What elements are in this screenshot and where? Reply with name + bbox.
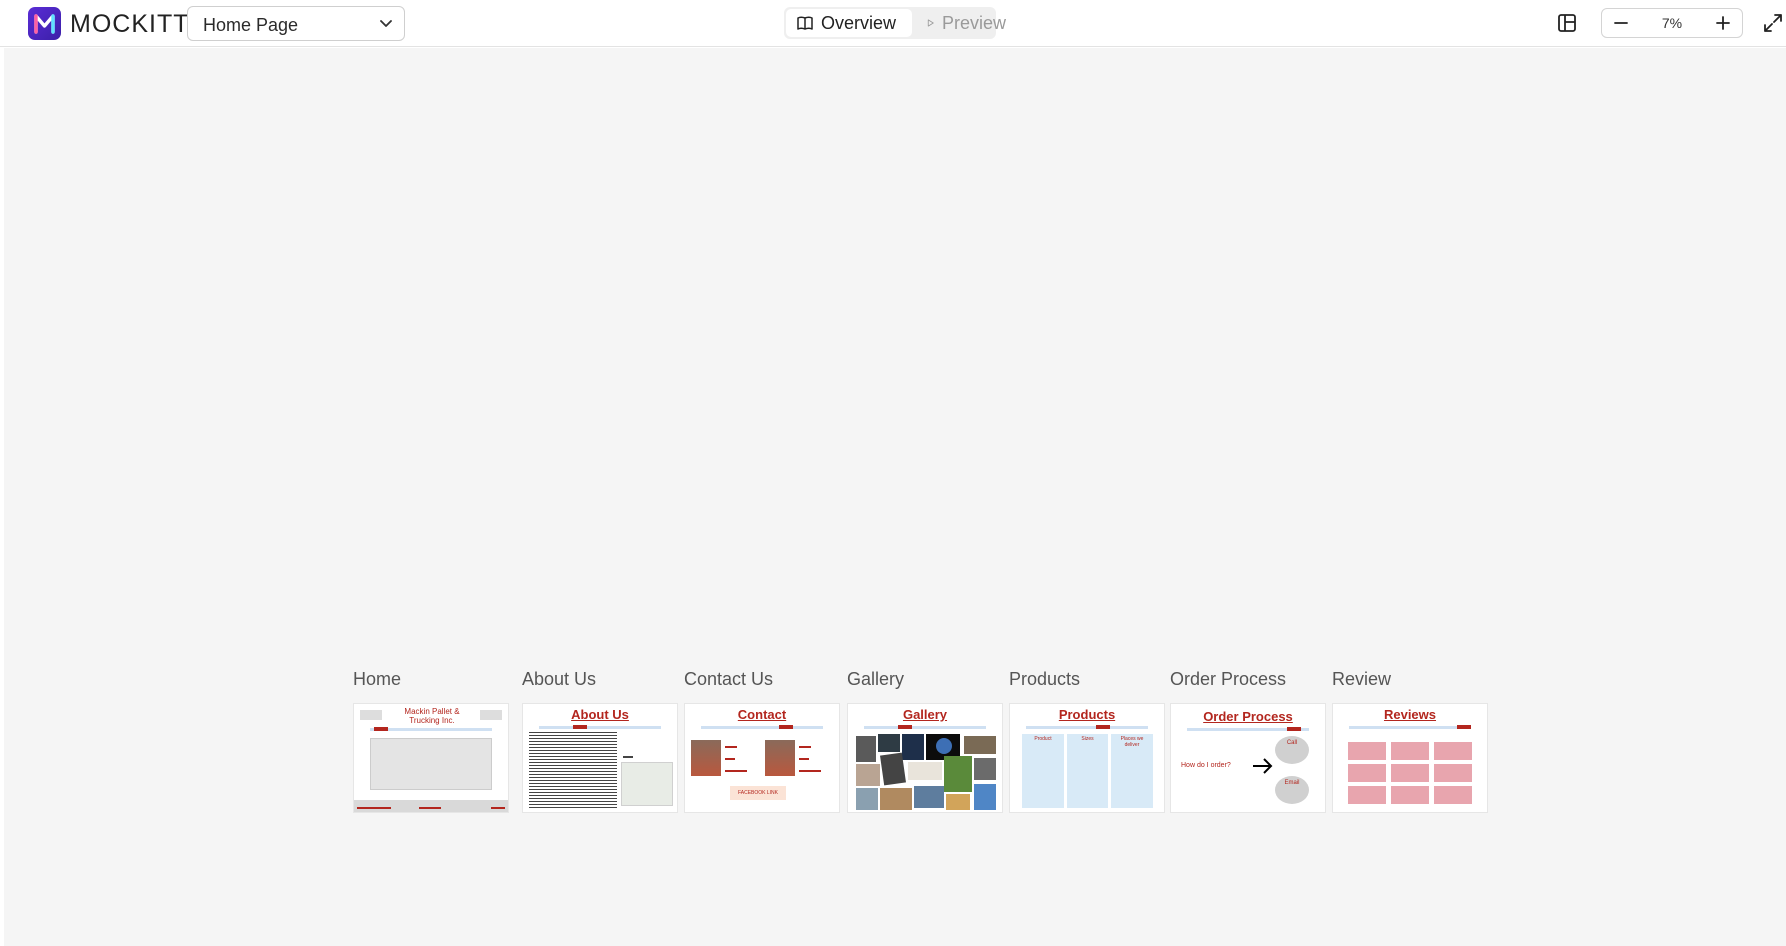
board-heading: Contact [737,707,787,722]
column-sizes: Sizes [1081,736,1094,742]
overview-label: Overview [821,12,897,33]
board-thumbnail[interactable]: Mackin Pallet & Trucking Inc. [353,703,509,813]
board-label: Order Process [1170,669,1287,689]
board-label: Home [353,669,402,689]
option-email: Email [1284,780,1300,786]
option-call: Call [1286,740,1298,746]
board-label: About Us [522,669,597,689]
board-heading: Order Process [1203,709,1293,724]
board-label: Gallery [847,669,905,689]
board-label: Products [1009,669,1081,689]
board-heading: Gallery [902,707,948,722]
preview-label: Preview [941,12,1006,33]
brand-name: MOCKITT [70,10,190,38]
fullscreen-icon[interactable] [1762,12,1784,34]
board-thumbnail[interactable]: Reviews [1332,703,1488,813]
book-icon [797,16,813,30]
mockitt-logo-icon[interactable] [28,7,61,40]
overview-tab[interactable]: Overview [786,9,912,37]
layout-panel-icon[interactable] [1556,12,1578,34]
column-product: Product [1034,736,1052,742]
zoom-in-button[interactable] [1713,13,1733,33]
chevron-down-icon [380,20,392,27]
column-places: Places we deliver [1120,736,1144,748]
arrow-right-icon [1253,758,1273,774]
board-thumbnail[interactable]: About Us [522,703,678,813]
board-thumbnail[interactable]: Products Product Sizes Places we deliver [1009,703,1165,813]
page-selector-dropdown[interactable]: Home Page [187,6,405,41]
facebook-link-button: FACEBOOK LINK [730,786,786,800]
board-thumbnail[interactable]: Contact FACEBOOK LINK [684,703,840,813]
board-label: Contact Us [684,669,774,689]
order-question: How do I order? [1181,762,1231,769]
board-label: Review [1332,669,1392,689]
board-heading: About Us [571,707,629,722]
overview-canvas[interactable]: Home Mackin Pallet & Trucking Inc. About… [4,48,1786,946]
board-thumbnail[interactable]: Gallery [847,703,1003,813]
board-thumbnail[interactable]: Order Process How do I order? Call Email [1170,703,1326,813]
play-icon [927,19,934,27]
preview-tab[interactable]: Preview [916,9,1016,37]
view-mode-toggle: Overview Preview [784,7,1006,39]
board-heading: Mackin Pallet & Trucking Inc. [404,707,460,725]
top-toolbar: MOCKITT Home Page Overview Preview 7% [0,0,1786,47]
board-heading: Products [1058,707,1116,722]
board-heading: Reviews [1383,707,1437,722]
page-selector-value: Home Page [203,15,299,35]
zoom-control: 7% [1601,8,1743,38]
